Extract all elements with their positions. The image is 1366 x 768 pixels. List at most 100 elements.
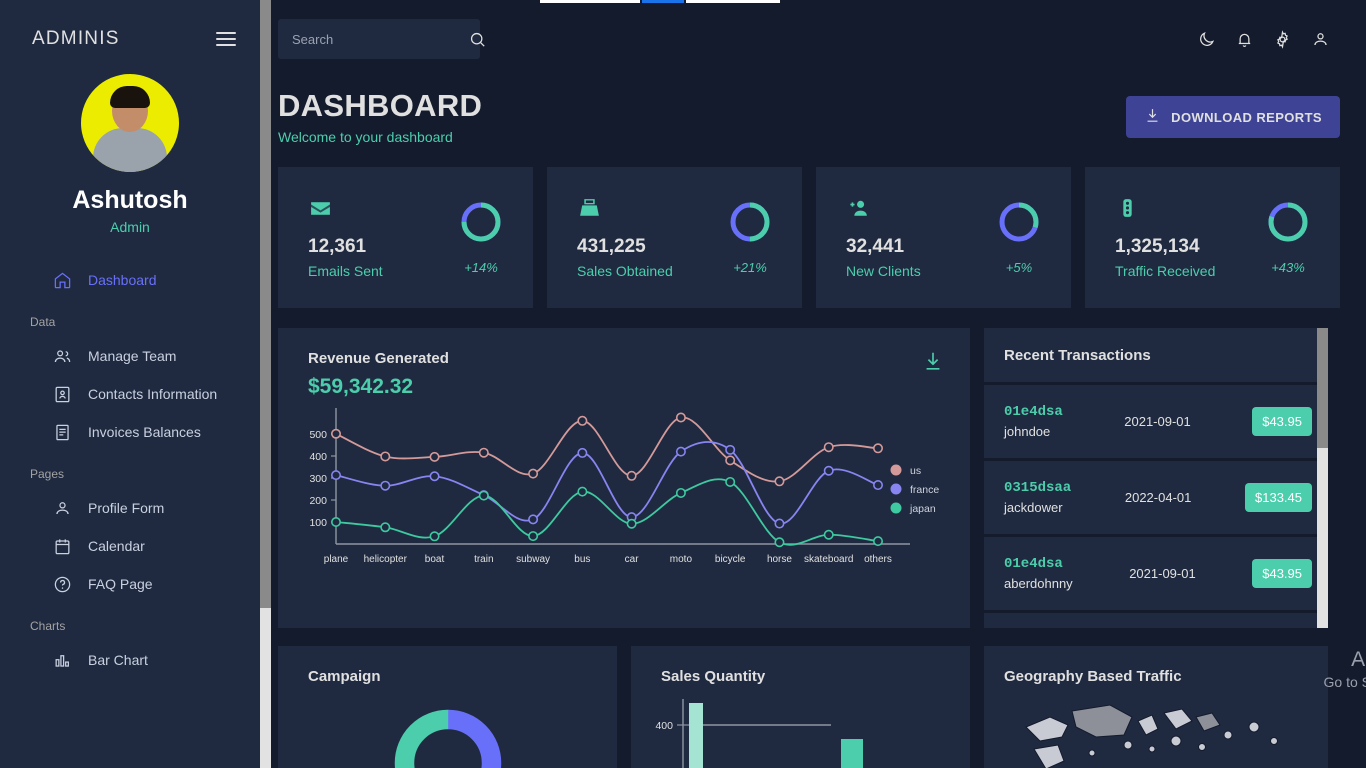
svg-text:france: france xyxy=(910,484,939,496)
home-icon xyxy=(52,270,72,290)
search-input[interactable] xyxy=(292,31,468,47)
page-scrollbar[interactable] xyxy=(260,0,271,768)
transaction-id: 01e4dsa xyxy=(1004,556,1063,572)
recent-transactions-panel: Recent Transactions 01e4dsa johndoe 2021… xyxy=(984,328,1328,628)
sidebar-item-label: Calendar xyxy=(88,538,145,554)
progress-ring xyxy=(999,202,1039,242)
stat-increase: +5% xyxy=(1005,260,1033,275)
transaction-user: jackdower xyxy=(1004,500,1063,515)
sidebar-item-manage-team[interactable]: Manage Team xyxy=(0,337,260,375)
stat-increase: +14% xyxy=(464,260,498,275)
transactions-title: Recent Transactions xyxy=(1004,346,1151,364)
scrollbar-thumb[interactable] xyxy=(260,0,271,608)
svg-text:train: train xyxy=(474,554,493,565)
sidebar-item-calendar[interactable]: Calendar xyxy=(0,527,260,565)
sidebar: ADMINIS Ashutosh Admin Dashboard Data Ma… xyxy=(0,0,260,768)
progress-ring xyxy=(461,202,501,242)
browser-tab-strip xyxy=(540,0,780,4)
transactions-scrollbar[interactable] xyxy=(1317,328,1328,628)
sidebar-item-label: Manage Team xyxy=(88,348,177,364)
transaction-user: aberdohnny xyxy=(1004,576,1073,591)
sidebar-section-data: Data xyxy=(30,315,56,329)
svg-text:300: 300 xyxy=(309,473,327,485)
bar-chart-svg: 400 xyxy=(655,699,863,768)
sidebar-item-label: Invoices Balances xyxy=(88,424,201,440)
profile-role: Admin xyxy=(110,219,150,235)
brand-title: ADMINIS xyxy=(32,28,120,49)
table-row[interactable]: 01e4dsa aberdohnny 2021-09-01 $43.95 xyxy=(984,537,1328,613)
sales-quantity-panel: Sales Quantity 400 xyxy=(631,646,970,768)
svg-text:500: 500 xyxy=(309,429,327,441)
download-reports-button[interactable]: DOWNLOAD REPORTS xyxy=(1126,96,1340,138)
transaction-date: 2021-09-01 xyxy=(1129,566,1196,581)
receipt-icon xyxy=(52,422,72,442)
profile-name: Ashutosh xyxy=(72,186,188,214)
svg-text:400: 400 xyxy=(309,451,327,463)
hamburger-icon[interactable] xyxy=(216,32,236,46)
sidebar-profile: Ashutosh Admin xyxy=(0,74,260,235)
svg-text:400: 400 xyxy=(655,720,673,732)
sidebar-item-bar-chart[interactable]: Bar Chart xyxy=(0,641,260,679)
sidebar-item-faq-page[interactable]: FAQ Page xyxy=(0,565,260,603)
point-of-sale-icon xyxy=(577,196,673,226)
campaign-panel: Campaign xyxy=(278,646,617,768)
sidebar-item-label: Dashboard xyxy=(88,272,157,288)
sidebar-item-label: Contacts Information xyxy=(88,386,218,402)
stat-value: 1,325,134 xyxy=(1115,236,1200,257)
revenue-panel: Revenue Generated $59,342.32 100 200 300 40… xyxy=(278,328,970,628)
campaign-title: Campaign xyxy=(308,668,381,685)
svg-text:helicopter: helicopter xyxy=(364,554,408,565)
line-chart-svg: 100 200 300 400 500 plane helicopter boat train s… xyxy=(309,408,939,565)
stat-increase: +21% xyxy=(733,260,767,275)
transaction-date: 2022-04-01 xyxy=(1124,490,1192,505)
traffic-icon xyxy=(1115,196,1215,226)
bar-chart-icon xyxy=(52,650,72,670)
dark-mode-icon[interactable] xyxy=(1190,23,1222,55)
scrollbar-track[interactable] xyxy=(260,608,271,768)
middle-row: Revenue Generated $59,342.32 100 200 300 40… xyxy=(278,328,1340,628)
stat-label: New Clients xyxy=(846,263,921,279)
person-icon xyxy=(52,498,72,518)
svg-text:horse: horse xyxy=(767,554,792,565)
sidebar-item-label: Profile Form xyxy=(88,500,165,516)
sales-bar-chart: 400 xyxy=(631,685,970,768)
table-row[interactable]: 0315dsaa jackdower 2022-04-01 $133.45 xyxy=(984,461,1328,537)
sidebar-item-label: FAQ Page xyxy=(88,576,153,592)
settings-gear-icon[interactable] xyxy=(1266,23,1298,55)
avatar[interactable] xyxy=(81,74,179,172)
stat-cards: 12,361 Emails Sent +14% 431,225 Sales Ob… xyxy=(278,167,1340,308)
sales-quantity-title: Sales Quantity xyxy=(661,668,766,685)
stat-value: 12,361 xyxy=(308,236,367,257)
transaction-cost: $43.95 xyxy=(1252,407,1312,436)
scrollbar-thumb[interactable] xyxy=(1317,328,1328,448)
user-account-icon[interactable] xyxy=(1304,23,1336,55)
stat-label: Emails Sent xyxy=(308,263,383,279)
sidebar-item-contacts-information[interactable]: Contacts Information xyxy=(0,375,260,413)
geography-panel: Geography Based Traffic xyxy=(984,646,1328,768)
svg-text:boat: boat xyxy=(425,554,445,565)
page-subtitle: Welcome to your dashboard xyxy=(278,129,453,145)
revenue-line-chart: 100 200 300 400 500 plane helicopter boat train s… xyxy=(278,398,970,588)
svg-text:bus: bus xyxy=(574,554,590,565)
progress-ring xyxy=(730,202,770,242)
revenue-title: Revenue Generated xyxy=(308,350,449,367)
sidebar-item-dashboard[interactable]: Dashboard xyxy=(0,261,260,299)
page-header: DASHBOARD Welcome to your dashboard DOWN… xyxy=(278,88,1340,145)
sidebar-item-invoices-balances[interactable]: Invoices Balances xyxy=(0,413,260,451)
transaction-id: 01e4dsa xyxy=(1004,404,1063,420)
search-icon[interactable] xyxy=(468,23,487,55)
svg-text:bicycle: bicycle xyxy=(715,554,746,565)
sidebar-item-profile-form[interactable]: Profile Form xyxy=(0,489,260,527)
transaction-user: johndoe xyxy=(1004,424,1051,439)
svg-text:japan: japan xyxy=(909,503,936,515)
svg-text:subway: subway xyxy=(516,554,550,565)
transaction-id: 0315dsaa xyxy=(1004,480,1072,496)
scrollbar-track[interactable] xyxy=(1317,448,1328,628)
main-content: DASHBOARD Welcome to your dashboard DOWN… xyxy=(260,0,1366,768)
svg-text:car: car xyxy=(625,554,640,565)
svg-text:100: 100 xyxy=(309,517,327,529)
download-icon[interactable] xyxy=(922,350,944,377)
search-bar[interactable] xyxy=(278,19,485,59)
table-row[interactable]: 01e4dsa johndoe 2021-09-01 $43.95 xyxy=(984,385,1328,461)
notifications-icon[interactable] xyxy=(1228,23,1260,55)
